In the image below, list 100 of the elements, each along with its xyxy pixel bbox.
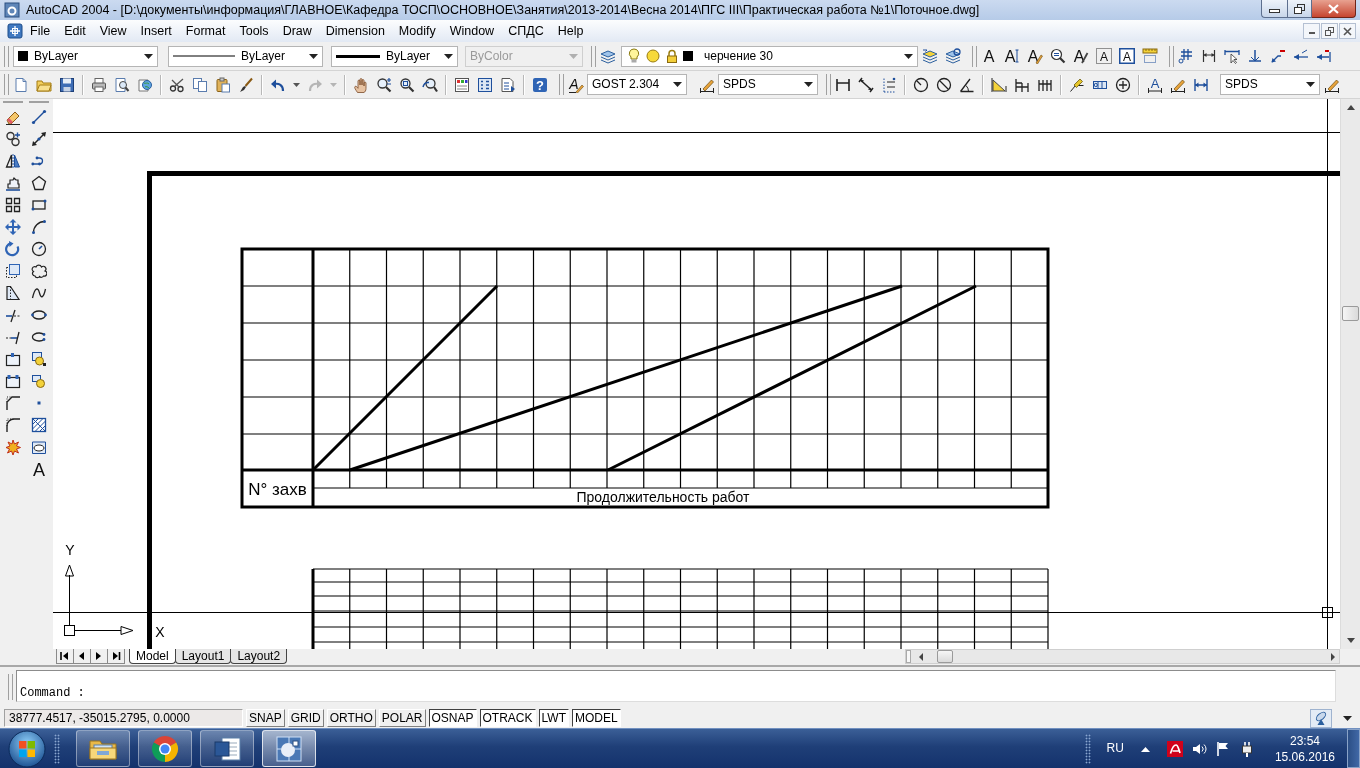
menu-item[interactable]: Edit — [57, 22, 93, 40]
explosion-icon[interactable] — [5, 439, 21, 455]
clock-date[interactable]: 15.06.2016 — [1274, 748, 1335, 765]
diameter-circle-icon[interactable] — [935, 76, 952, 93]
linked-circles-icon[interactable] — [5, 131, 21, 147]
fillet-corner-icon[interactable] — [5, 417, 21, 433]
menu-item[interactable]: Format — [178, 22, 233, 40]
scroll-left-icon[interactable] — [917, 651, 925, 662]
dimension-style-dropdown[interactable]: SPDS — [1220, 74, 1320, 95]
clipboard-icon[interactable] — [214, 76, 231, 93]
toolbar-grip[interactable] — [4, 45, 9, 67]
padlock-icon[interactable] — [664, 48, 680, 64]
chamfer-corner-icon[interactable] — [5, 395, 21, 411]
document-minimize-button[interactable] — [1303, 23, 1320, 39]
grid-hash-icon[interactable] — [1177, 48, 1194, 64]
status-toggle[interactable]: OTRACK — [479, 709, 536, 727]
layout-tab[interactable]: Model — [129, 649, 176, 664]
toolbar-grip[interactable] — [972, 45, 977, 67]
grid-squares-icon[interactable] — [5, 197, 21, 213]
flag-icon[interactable] — [1214, 740, 1231, 757]
lightbulb-icon[interactable] — [626, 48, 642, 64]
scroll-right-icon[interactable] — [1329, 651, 1337, 662]
text-letter-icon[interactable]: A — [31, 461, 47, 477]
rotate-arrow-icon[interactable] — [5, 241, 21, 257]
dotted-panel-icon[interactable] — [476, 76, 493, 93]
toolbar-grip[interactable] — [4, 74, 9, 95]
letter-a-icon[interactable]: A — [980, 48, 997, 64]
magnifier-plus-minus-icon[interactable] — [375, 76, 392, 93]
taskbar-button[interactable] — [262, 730, 316, 767]
block-insert-icon[interactable] — [31, 351, 47, 367]
pentagon-icon[interactable] — [31, 175, 47, 191]
lineweight-dropdown[interactable]: ByLayer — [331, 45, 458, 67]
ordinate-dimension-icon[interactable] — [880, 76, 897, 93]
taskbar-button[interactable] — [76, 730, 130, 767]
stacked-sheets-arrow-icon[interactable] — [921, 48, 938, 64]
show-desktop-button[interactable] — [1347, 729, 1360, 768]
page-magnifier-icon[interactable] — [113, 76, 130, 93]
cloud-icon[interactable] — [31, 263, 47, 279]
linear-dimension-icon[interactable] — [834, 76, 851, 93]
horizontal-scrollbar[interactable] — [905, 649, 1340, 664]
tab-scroll-button[interactable] — [73, 649, 91, 664]
four-arrows-icon[interactable] — [5, 219, 21, 235]
drawing-canvas[interactable]: N° захв Продолжительность работ Y X — [53, 99, 1340, 649]
help-icon[interactable]: ? — [531, 76, 548, 93]
tab-scroll-button[interactable] — [107, 649, 125, 664]
arc-icon[interactable] — [31, 219, 47, 235]
linetype-dropdown[interactable]: ByLayer — [168, 45, 323, 67]
document-restore-button[interactable] — [1321, 23, 1338, 39]
scroll-down-icon[interactable] — [1345, 636, 1356, 645]
globe-page-icon[interactable] — [136, 76, 153, 93]
dropdown-caret-icon[interactable] — [144, 53, 153, 59]
status-toggle[interactable]: POLAR — [378, 709, 426, 727]
caret-down-icon[interactable] — [1343, 715, 1352, 721]
communication-center-button[interactable] — [1310, 708, 1332, 728]
leader-pen-icon[interactable] — [1068, 76, 1085, 93]
menu-item[interactable]: Help — [550, 22, 591, 40]
taskbar-grip[interactable] — [1084, 733, 1091, 764]
dotted-frame-letter-icon[interactable]: A — [1095, 48, 1112, 64]
scale-squares-icon[interactable] — [5, 263, 21, 279]
swoosh-tile-icon[interactable] — [1166, 740, 1183, 757]
blank-page-icon[interactable] — [12, 76, 29, 93]
dimension-update-icon[interactable] — [1192, 76, 1209, 93]
printer-icon[interactable] — [90, 76, 107, 93]
dropdown-caret-icon[interactable] — [673, 82, 682, 87]
toolbar-grip[interactable] — [559, 74, 564, 95]
hatch-icon[interactable] — [31, 417, 47, 433]
taskbar-grip[interactable] — [54, 733, 60, 764]
status-toggle[interactable]: MODEL — [572, 709, 621, 727]
dropdown-caret-icon[interactable] — [1306, 82, 1315, 87]
toolbar-grip[interactable] — [8, 674, 13, 700]
status-toggle[interactable]: GRID — [287, 709, 324, 727]
ruler-frame-icon[interactable] — [1141, 48, 1158, 64]
toolbar-grip[interactable] — [1169, 45, 1174, 67]
block-shapes-icon[interactable] — [31, 373, 47, 389]
quick-dimension-icon[interactable] — [990, 76, 1007, 93]
dropdown-caret-icon[interactable] — [444, 53, 453, 59]
command-line-field[interactable]: Command : — [16, 670, 1336, 702]
extend-line-icon[interactable] — [5, 329, 21, 345]
dimension-bracket-icon[interactable] — [1200, 48, 1217, 64]
layer-dropdown[interactable]: черчение 30 — [621, 45, 918, 67]
scissors-icon[interactable] — [168, 76, 185, 93]
text-magnifier-icon[interactable] — [1049, 48, 1066, 64]
status-toggle[interactable]: ORTHO — [326, 709, 376, 727]
taskbar-button[interactable] — [138, 730, 192, 767]
toolbar-grip[interactable] — [826, 74, 831, 95]
angle-arc-icon[interactable] — [958, 76, 975, 93]
mirror-triangles-icon[interactable] — [5, 153, 21, 169]
leader-arrow-icon[interactable] — [1269, 48, 1286, 64]
dropdown-caret-icon[interactable] — [309, 53, 318, 59]
status-toggle[interactable]: SNAP — [246, 709, 285, 727]
text-style-dropdown[interactable]: GOST 2.304 — [587, 74, 687, 95]
baseline-dimension-icon[interactable] — [1013, 76, 1030, 93]
ellipse-icon[interactable] — [31, 307, 47, 323]
two-pages-icon[interactable] — [191, 76, 208, 93]
hand-icon[interactable] — [352, 76, 369, 93]
layout-tab[interactable]: Layout2 — [230, 649, 288, 664]
center-mark-icon[interactable] — [1114, 76, 1131, 93]
double-arrow-line-icon[interactable] — [31, 131, 47, 147]
radius-circle-icon[interactable] — [912, 76, 929, 93]
rectangle-icon[interactable] — [31, 197, 47, 213]
